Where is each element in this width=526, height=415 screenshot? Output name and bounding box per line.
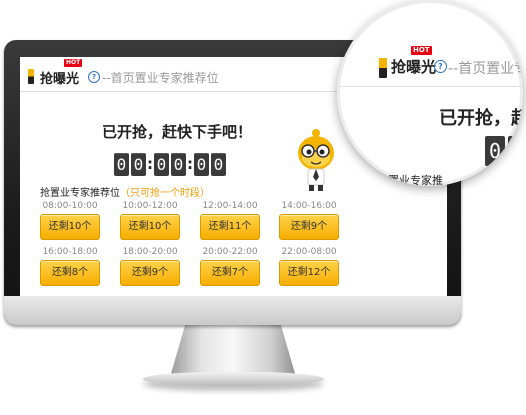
- zoom-countdown-digit: 0: [508, 136, 523, 166]
- time-slot: 10:00-12:00 还剩10个: [120, 200, 180, 240]
- countdown-digit: 0: [194, 153, 209, 176]
- slot-time: 08:00-10:00: [42, 201, 98, 211]
- panel-subtitle: --首页置业专家推荐位: [102, 71, 219, 85]
- countdown-digit: 0: [171, 153, 186, 176]
- headline: 已开抢，赶快下手吧！: [102, 123, 253, 141]
- zoom-headline: 已开抢，赶: [439, 108, 523, 129]
- slot-time: 22:00-08:00: [281, 247, 337, 257]
- slot-label-text: 抢置业专家推荐位: [40, 188, 120, 199]
- slot-time: 12:00-14:00: [202, 201, 258, 211]
- countdown-digit: 0: [114, 153, 129, 176]
- mascot-illustration: [298, 129, 334, 191]
- time-slot: 20:00-22:00 还剩7个: [200, 246, 260, 286]
- slot-time: 14:00-16:00: [281, 201, 337, 211]
- zoom-countdown-digit: 0: [485, 136, 505, 166]
- countdown-separator: :: [187, 155, 193, 173]
- zoom-help-icon: ?: [434, 60, 447, 73]
- monitor-stand-base: [143, 372, 324, 386]
- grab-slot-button[interactable]: 还剩7个: [200, 260, 260, 286]
- slot-section-label: 抢置业专家推荐位（只可抢一个时段）: [40, 184, 210, 199]
- title-bar-icon: [28, 69, 34, 84]
- zoom-title: 抢曝光: [391, 58, 437, 76]
- time-slot: 18:00-20:00 还剩9个: [120, 246, 180, 286]
- grab-slot-button[interactable]: 还剩9个: [120, 260, 180, 286]
- countdown-digit: 0: [131, 153, 146, 176]
- grab-slot-button[interactable]: 还剩12个: [279, 260, 339, 286]
- grab-slot-button[interactable]: 还剩10个: [40, 214, 100, 240]
- countdown-separator: :: [147, 155, 153, 173]
- monitor-stand-neck: [170, 325, 296, 377]
- monitor-chin: [4, 296, 461, 325]
- grab-slot-button[interactable]: 还剩11个: [200, 214, 260, 240]
- time-slot: 08:00-10:00 还剩10个: [40, 200, 100, 240]
- zoom-magnifier: 抢曝光 HOT ? --首页置业专 已开抢，赶 0 0 抢置业专家推: [337, 0, 523, 186]
- countdown-digit: 0: [154, 153, 169, 176]
- time-slot: 22:00-08:00 还剩12个: [279, 246, 339, 286]
- zoom-slot-label: 抢置业专家推: [377, 174, 443, 186]
- time-slot: 12:00-14:00 还剩11个: [200, 200, 260, 240]
- hot-badge: HOT: [64, 59, 83, 67]
- help-icon[interactable]: ?: [88, 71, 100, 83]
- grab-slot-button[interactable]: 还剩10个: [120, 214, 180, 240]
- panel-title: 抢曝光: [40, 72, 80, 87]
- slot-time: 18:00-20:00: [122, 247, 178, 257]
- slot-time: 20:00-22:00: [202, 247, 258, 257]
- slot-hint-text: （只可抢一个时段）: [120, 188, 210, 199]
- grab-slot-button[interactable]: 还剩8个: [40, 260, 100, 286]
- zoom-subtitle: --首页置业专: [448, 61, 523, 77]
- grab-slot-button[interactable]: 还剩9个: [279, 214, 339, 240]
- countdown-digit: 0: [211, 153, 226, 176]
- slot-time: 10:00-12:00: [122, 201, 178, 211]
- zoom-title-bar-icon: [379, 58, 387, 78]
- time-slot: 16:00-18:00 还剩8个: [40, 246, 100, 286]
- time-slot: 14:00-16:00 还剩9个: [279, 200, 339, 240]
- zoom-hot-badge: HOT: [411, 46, 432, 55]
- slot-time: 16:00-18:00: [42, 247, 98, 257]
